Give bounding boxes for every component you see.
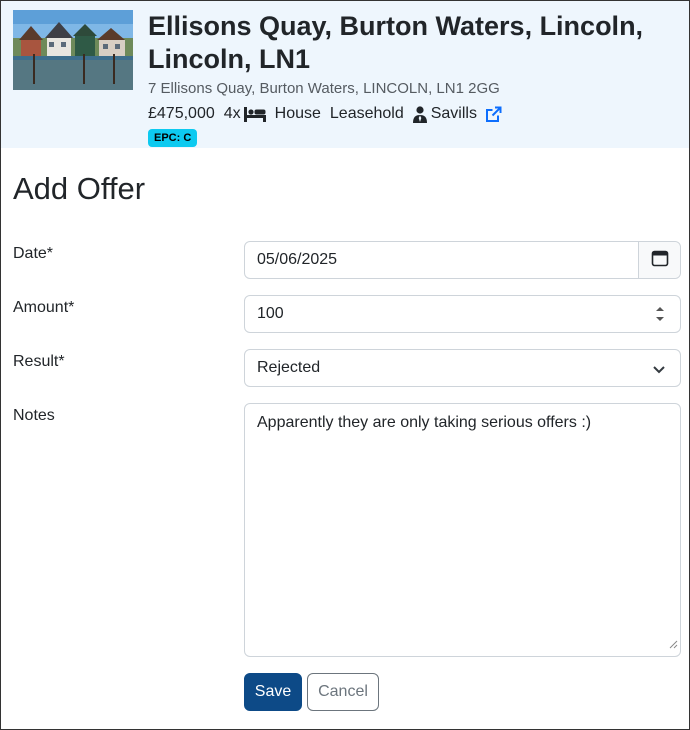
property-tenure: Leasehold <box>329 105 404 122</box>
notes-textarea[interactable]: Apparently they are only taking serious … <box>244 403 681 657</box>
date-value: 05/06/2025 <box>257 251 338 268</box>
property-address: 7 Ellisons Quay, Burton Waters, LINCOLN,… <box>148 80 500 97</box>
calendar-icon <box>651 249 669 272</box>
result-label: Result* <box>13 353 65 370</box>
property-type: House <box>274 105 321 122</box>
user-tie-icon <box>412 105 427 123</box>
calendar-button[interactable] <box>638 242 680 278</box>
cancel-button[interactable]: Cancel <box>307 673 379 711</box>
property-price: £475,000 <box>148 105 215 122</box>
property-header: Ellisons Quay, Burton Waters, Lincoln, L… <box>1 1 689 148</box>
property-title: Ellisons Quay, Burton Waters, Lincoln, L… <box>148 11 644 74</box>
property-facts: £475,000 4x House Leasehold Savills <box>148 103 502 125</box>
result-select[interactable]: Rejected <box>244 349 681 387</box>
epc-badge: EPC: C <box>148 129 198 147</box>
notes-label: Notes <box>13 407 55 424</box>
resize-handle-icon[interactable] <box>668 636 678 654</box>
page-frame: Ellisons Quay, Burton Waters, Lincoln, L… <box>0 0 690 730</box>
bedroom-count: 4x <box>223 105 241 122</box>
external-link-icon[interactable] <box>485 106 502 123</box>
bed-icon <box>243 106 266 122</box>
spinner-arrows-icon[interactable] <box>654 304 666 324</box>
amount-label: Amount* <box>13 299 75 316</box>
property-photo <box>13 10 133 90</box>
amount-input[interactable]: 100 <box>244 295 681 333</box>
date-label: Date* <box>13 245 54 262</box>
save-button[interactable]: Save <box>244 673 302 711</box>
agent-name: Savills <box>430 105 477 122</box>
date-input[interactable]: 05/06/2025 <box>244 241 681 279</box>
result-value: Rejected <box>257 359 321 376</box>
amount-value: 100 <box>257 305 284 322</box>
chevron-down-icon <box>652 362 666 380</box>
page-title: Add Offer <box>13 171 146 206</box>
notes-value: Apparently they are only taking serious … <box>257 414 592 431</box>
